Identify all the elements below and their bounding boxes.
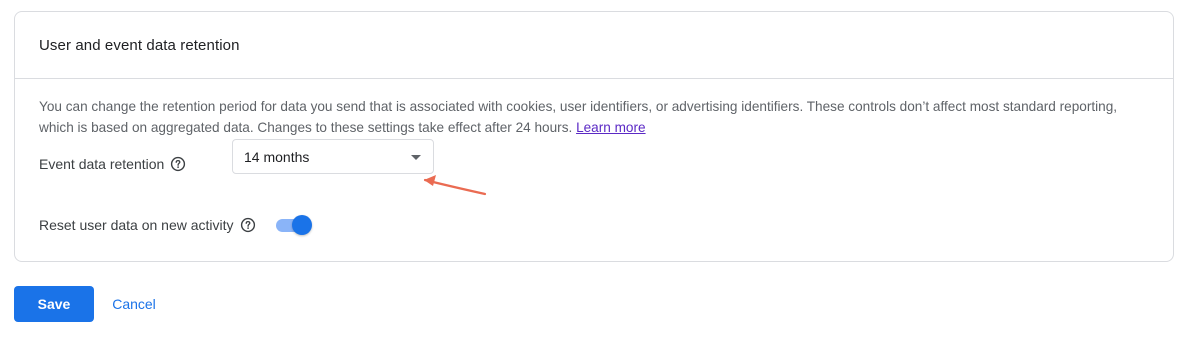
event-retention-label: Event data retention [39, 156, 165, 172]
card-header: User and event data retention [15, 12, 1173, 79]
toggle-thumb [291, 215, 312, 235]
retention-description: You can change the retention period for … [39, 96, 1149, 138]
reset-user-data-label: Reset user data on new activity [39, 217, 234, 233]
help-circle-icon[interactable] [170, 156, 186, 172]
card-title: User and event data retention [39, 36, 240, 54]
help-circle-icon[interactable] [240, 217, 256, 233]
caret-down-icon [411, 155, 421, 160]
data-retention-card: User and event data retention You can ch… [14, 11, 1174, 262]
learn-more-link[interactable]: Learn more [576, 120, 646, 135]
card-body: You can change the retention period for … [15, 79, 1173, 138]
reset-user-data-toggle[interactable] [274, 214, 312, 236]
arrow-pointer-icon [423, 175, 487, 196]
save-button[interactable]: Save [14, 286, 94, 322]
event-retention-value: 14 months [244, 148, 310, 165]
cancel-button[interactable]: Cancel [100, 286, 168, 322]
event-retention-select[interactable]: 14 months [232, 139, 434, 174]
reset-user-data-row: Reset user data on new activity [39, 214, 312, 236]
event-retention-row: Event data retention 14 months [39, 139, 434, 174]
